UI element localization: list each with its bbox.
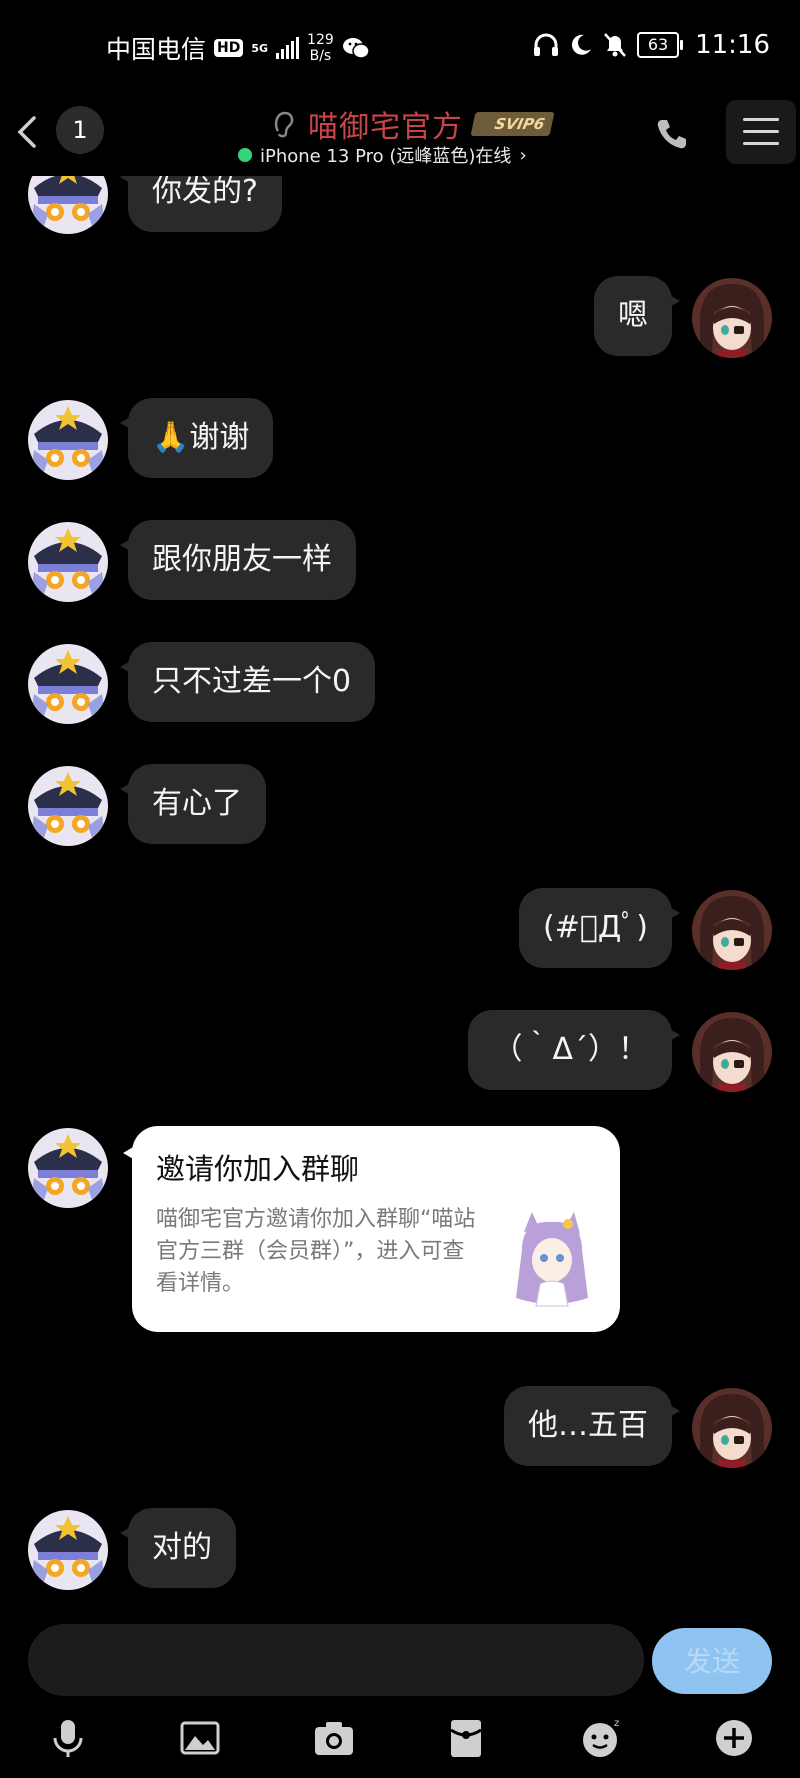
device-status: iPhone 13 Pro (远峰蓝色)在线: [260, 146, 512, 167]
chat-title: 喵御宅官方: [308, 110, 463, 145]
contact-avatar[interactable]: [28, 522, 108, 602]
invite-title: 邀请你加入群聊: [156, 1152, 360, 1186]
signal-icon: [276, 37, 300, 59]
contact-avatar[interactable]: [28, 1128, 108, 1208]
network-speed: 129 B/s: [307, 32, 334, 64]
svg-text:z: z: [614, 1718, 619, 1729]
my-avatar[interactable]: [692, 1012, 772, 1092]
online-dot-icon: [238, 148, 252, 162]
speed-unit: B/s: [309, 48, 332, 64]
invite-description: 喵御宅官方邀请你加入群聊“喵站官方三群（会员群）”，进入可查看详情。: [156, 1207, 476, 1296]
red-packet-icon[interactable]: [442, 1714, 490, 1762]
ear-icon: [274, 111, 294, 138]
message-bubble[interactable]: (#ﾟДﾟ): [519, 888, 680, 968]
clock: 11:16: [695, 30, 770, 60]
image-icon[interactable]: [176, 1714, 224, 1762]
message-bubble[interactable]: 跟你朋友一样: [120, 520, 356, 600]
back-arrow-icon[interactable]: [10, 110, 44, 154]
camera-icon[interactable]: [310, 1714, 358, 1762]
message-bubble[interactable]: 对的: [120, 1508, 236, 1588]
unread-count-badge[interactable]: 1: [56, 106, 104, 154]
chat-header: 1 喵御宅官方 SVIP6 iPhone 13 Pro (远峰蓝色)在线 ›: [0, 96, 800, 176]
message-input[interactable]: [28, 1624, 644, 1696]
my-avatar[interactable]: [692, 890, 772, 970]
title-row[interactable]: 喵御宅官方 SVIP6: [270, 102, 555, 146]
contact-avatar[interactable]: [28, 176, 108, 234]
moon-icon: [571, 34, 592, 55]
message-bubble[interactable]: 只不过差一个0: [119, 642, 376, 722]
hd-badge: HD: [214, 39, 244, 57]
phone-call-icon[interactable]: [652, 114, 692, 154]
message-bubble[interactable]: 你发的?: [120, 176, 282, 232]
plus-icon[interactable]: [710, 1714, 758, 1762]
group-invite-card[interactable]: 邀请你加入群聊喵御宅官方邀请你加入群聊“喵站官方三群（会员群）”，进入可查看详情…: [123, 1126, 620, 1332]
message-bubble[interactable]: 有心了: [120, 764, 266, 844]
battery-icon: 63: [637, 32, 684, 58]
message-list: 你发的? 嗯 🙏谢谢跟你朋友一样 只不过差一个0 有心了 (#ﾟДﾟ) （｀Δ´）！ 他…五百…: [0, 176, 800, 1616]
device-status-row[interactable]: iPhone 13 Pro (远峰蓝色)在线 ›: [238, 142, 527, 168]
microphone-icon[interactable]: [44, 1714, 92, 1762]
chevron-right-icon: ›: [519, 144, 527, 166]
wechat-icon: [342, 38, 370, 59]
bottom-toolbar: z: [0, 1714, 800, 1774]
input-bar: 发送: [0, 1624, 800, 1700]
network-type: 5G: [251, 41, 269, 55]
status-bar: 中国电信 HD 5G 129 B/s 63 11:16: [0, 0, 800, 96]
bell-muted-icon: [604, 33, 626, 57]
group-thumbnail-icon: [516, 1212, 588, 1307]
speed-value: 129: [307, 32, 334, 48]
contact-avatar[interactable]: [28, 766, 108, 846]
message-bubble[interactable]: 🙏谢谢: [119, 398, 274, 478]
menu-button[interactable]: [726, 100, 796, 164]
headphones-icon: [534, 33, 559, 56]
message-bubble[interactable]: （｀Δ´）！: [468, 1010, 680, 1090]
my-avatar[interactable]: [692, 278, 772, 358]
contact-avatar[interactable]: [28, 644, 108, 724]
send-button[interactable]: 发送: [652, 1628, 772, 1694]
svip-badge: SVIP6: [470, 112, 555, 136]
carrier-label: 中国电信: [106, 35, 207, 64]
emoji-icon[interactable]: z: [576, 1714, 624, 1762]
message-bubble[interactable]: 嗯: [594, 276, 680, 356]
contact-avatar[interactable]: [28, 1510, 108, 1590]
my-avatar[interactable]: [692, 1388, 772, 1468]
contact-avatar[interactable]: [28, 400, 108, 480]
message-bubble[interactable]: 他…五百: [504, 1386, 680, 1466]
